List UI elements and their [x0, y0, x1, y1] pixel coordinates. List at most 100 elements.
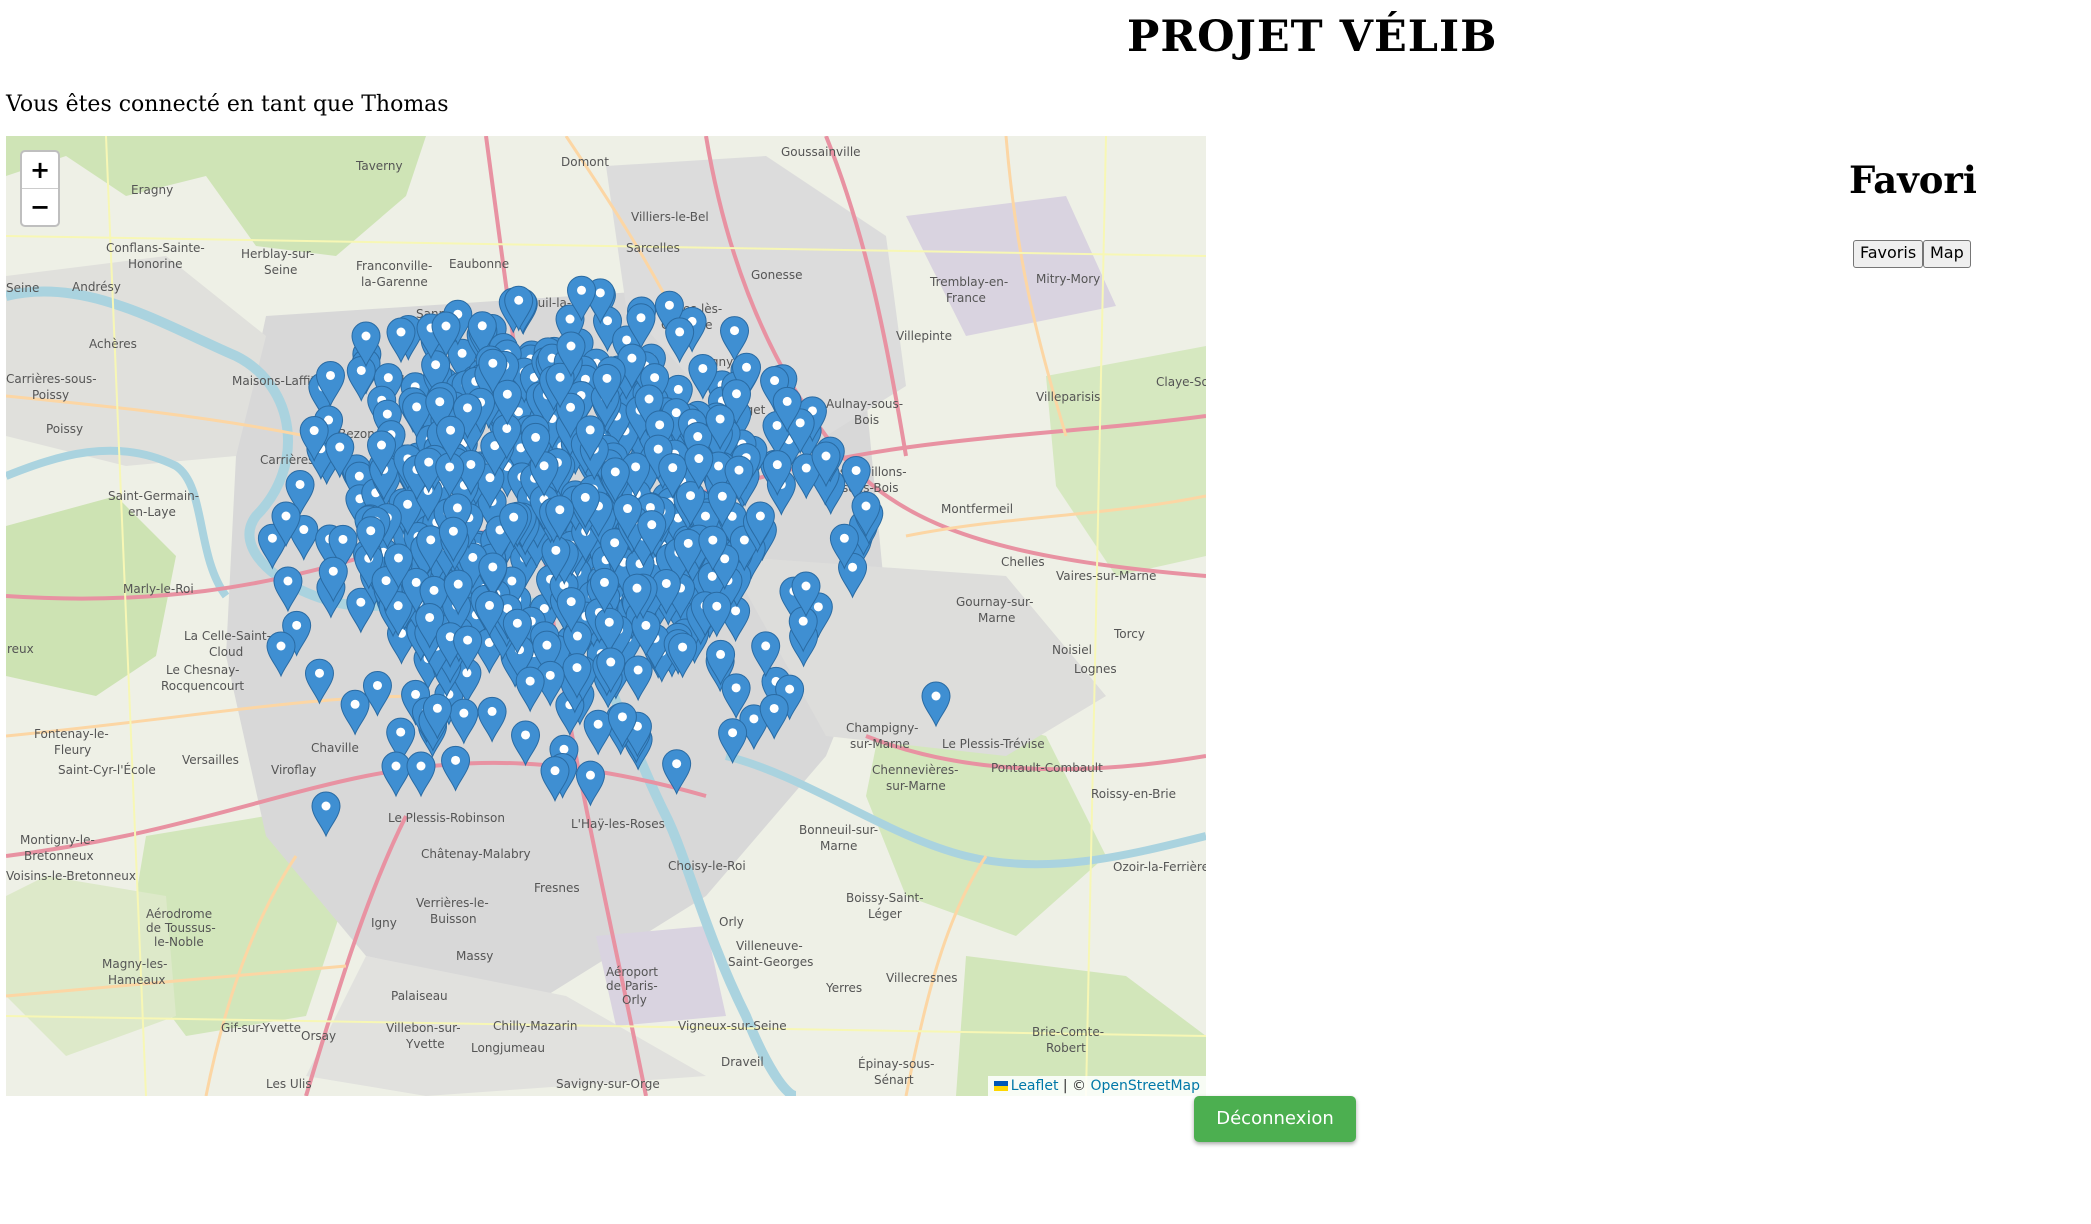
- logout-button[interactable]: Déconnexion: [1194, 1096, 1356, 1142]
- svg-text:la-Garenne: la-Garenne: [361, 275, 428, 289]
- map-button[interactable]: Map: [1923, 240, 1971, 268]
- station-marker-dot: [466, 459, 476, 469]
- station-marker-dot: [550, 766, 560, 776]
- svg-text:Saint-Georges: Saint-Georges: [728, 955, 813, 969]
- station-marker-dot: [356, 365, 366, 375]
- station-marker-dot: [372, 680, 382, 690]
- svg-text:Vigneux-sur-Seine: Vigneux-sur-Seine: [678, 1019, 787, 1033]
- station-marker-dot: [739, 535, 749, 545]
- svg-text:Viroflay: Viroflay: [271, 763, 316, 777]
- map-tiles: Domont Goussainville Taverny Eragny Vill…: [6, 136, 1206, 1096]
- station-marker-dot: [403, 499, 413, 509]
- svg-text:Villiers-le-Bel: Villiers-le-Bel: [631, 210, 709, 224]
- svg-text:le-Noble: le-Noble: [154, 935, 204, 949]
- zoom-in-button[interactable]: +: [22, 152, 58, 188]
- svg-text:Épinay-sous-: Épinay-sous-: [858, 1056, 935, 1071]
- station-marker-dot: [393, 553, 403, 563]
- station-marker-dot: [610, 467, 620, 477]
- svg-text:Les Ulis: Les Ulis: [266, 1077, 312, 1091]
- station-marker-dot: [595, 288, 605, 298]
- station-marker-dot: [623, 504, 633, 514]
- station-marker-dot: [328, 566, 338, 576]
- svg-text:La Celle-Saint-: La Celle-Saint-: [184, 629, 271, 643]
- svg-text:Le Chesnay-: Le Chesnay-: [166, 663, 239, 677]
- station-marker-dot: [551, 545, 561, 555]
- station-marker-dot: [292, 620, 302, 630]
- svg-text:Seine: Seine: [264, 263, 297, 277]
- svg-text:Herblay-sur-: Herblay-sur-: [241, 247, 314, 261]
- svg-text:Torcy: Torcy: [1113, 627, 1145, 641]
- station-marker-dot: [798, 616, 808, 626]
- station-marker-dot: [507, 576, 517, 586]
- svg-text:Ozoir-la-Ferrière: Ozoir-la-Ferrière: [1113, 860, 1206, 874]
- station-marker-dot: [731, 606, 741, 616]
- station-marker-dot: [502, 423, 512, 433]
- svg-text:Villebon-sur-: Villebon-sur-: [386, 1021, 461, 1035]
- station-marker-dot: [457, 348, 467, 358]
- station-marker-dot: [566, 402, 576, 412]
- leaflet-link[interactable]: Leaflet: [1011, 1078, 1059, 1094]
- station-marker-dot: [742, 362, 752, 372]
- osm-link[interactable]: OpenStreetMap: [1091, 1078, 1200, 1094]
- svg-text:reux: reux: [7, 642, 34, 656]
- station-marker-dot: [432, 703, 442, 713]
- station-marker-dot: [602, 373, 612, 383]
- svg-text:Villeneuve-: Villeneuve-: [736, 939, 803, 953]
- station-marker-dot: [350, 699, 360, 709]
- svg-text:Tremblay-en-: Tremblay-en-: [929, 275, 1008, 289]
- svg-text:Franconville-: Franconville-: [356, 259, 432, 273]
- station-marker-dot: [525, 676, 535, 686]
- svg-text:Lognes: Lognes: [1074, 662, 1117, 676]
- attribution-separator: | ©: [1058, 1078, 1091, 1094]
- station-marker-dot: [276, 641, 286, 651]
- zoom-out-button[interactable]: −: [22, 188, 58, 225]
- station-marker-dot: [813, 602, 823, 612]
- station-marker-dot: [435, 397, 445, 407]
- station-marker-dot: [572, 663, 582, 673]
- station-marker-dot: [377, 440, 387, 450]
- station-marker-dot: [411, 577, 421, 587]
- station-marker-dot: [361, 331, 371, 341]
- station-marker-dot: [441, 321, 451, 331]
- svg-text:Palaiseau: Palaiseau: [391, 989, 448, 1003]
- station-marker-dot: [647, 520, 657, 530]
- svg-text:Saint-Germain-: Saint-Germain-: [108, 489, 199, 503]
- svg-text:Boissy-Saint-: Boissy-Saint-: [846, 891, 924, 905]
- station-marker-dot: [848, 562, 858, 572]
- svg-text:Claye-So: Claye-So: [1156, 375, 1206, 389]
- station-marker-dot: [539, 461, 549, 471]
- station-marker-dot: [585, 425, 595, 435]
- station-marker-dot: [555, 505, 565, 515]
- favoris-button[interactable]: Favoris: [1853, 240, 1924, 268]
- station-marker-dot: [459, 708, 469, 718]
- svg-text:Châtenay-Malabry: Châtenay-Malabry: [421, 847, 531, 861]
- svg-text:Rocquencourt: Rocquencourt: [161, 679, 244, 693]
- svg-text:Le Plessis-Robinson: Le Plessis-Robinson: [388, 811, 505, 825]
- svg-text:Choisy-le-Roi: Choisy-le-Roi: [668, 859, 746, 873]
- station-marker-dot: [468, 552, 478, 562]
- station-marker-dot: [309, 426, 319, 436]
- station-marker-dot: [572, 631, 582, 641]
- svg-text:Fresnes: Fresnes: [534, 881, 580, 895]
- station-marker-dot: [451, 755, 461, 765]
- station-marker-dot: [821, 451, 831, 461]
- station-marker-dot: [396, 327, 406, 337]
- station-marker-dot: [424, 457, 434, 467]
- svg-text:Eaubonne: Eaubonne: [449, 257, 509, 271]
- station-marker-dot: [610, 538, 620, 548]
- svg-text:Eragny: Eragny: [131, 183, 173, 197]
- page-title: PROJET VÉLIB: [1127, 12, 1498, 62]
- svg-text:Brie-Comte-: Brie-Comte-: [1032, 1025, 1104, 1039]
- station-marker-dot: [861, 501, 871, 511]
- svg-text:Bretonneux: Bretonneux: [24, 849, 94, 863]
- svg-text:Bois: Bois: [854, 413, 879, 427]
- station-marker-dot: [664, 300, 674, 310]
- map[interactable]: Domont Goussainville Taverny Eragny Vill…: [6, 136, 1206, 1096]
- svg-text:Aéroport: Aéroport: [606, 965, 658, 979]
- svg-text:Orly: Orly: [719, 915, 744, 929]
- svg-text:Mitry-Mory: Mitry-Mory: [1036, 272, 1100, 286]
- station-marker-dot: [606, 657, 616, 667]
- svg-text:Léger: Léger: [868, 907, 902, 921]
- svg-text:Marne: Marne: [978, 611, 1015, 625]
- station-marker-dot: [338, 534, 348, 544]
